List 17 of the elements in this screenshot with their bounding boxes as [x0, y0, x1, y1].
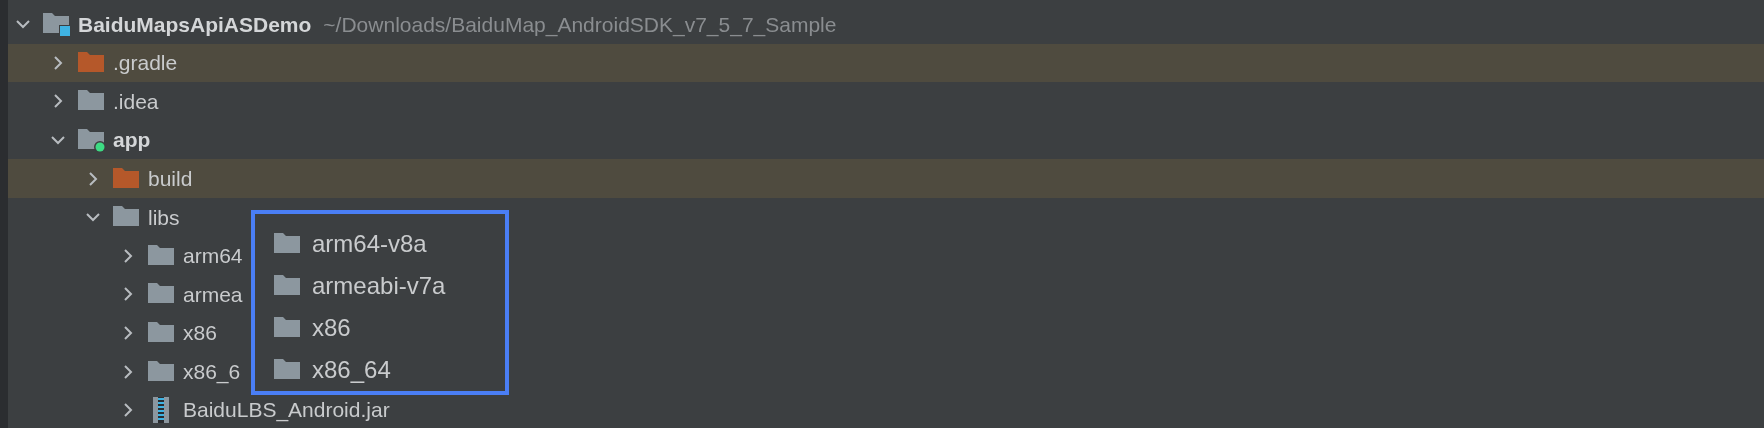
tree-item-label[interactable]: arm64: [183, 240, 243, 272]
folder-label: x86_64: [312, 355, 391, 385]
tree-item-label[interactable]: build: [148, 162, 193, 195]
tree-item-label[interactable]: armea: [183, 278, 243, 311]
tree-item-label[interactable]: .gradle: [113, 47, 178, 79]
tree-item-label[interactable]: .idea: [113, 85, 159, 118]
tree-item-label[interactable]: app: [113, 124, 151, 156]
tree-item-label[interactable]: libs: [148, 201, 180, 233]
folder-label: arm64-v8a: [312, 229, 427, 259]
tree-item-label[interactable]: x86_6: [183, 355, 241, 388]
tree-item-label[interactable]: BaiduMapsApiASDemo: [78, 8, 312, 41]
folder-label: armeabi-v7a: [312, 271, 446, 301]
project-path: ~/Downloads/BaiduMap_AndroidSDK_v7_5_7_Sample: [323, 11, 837, 39]
module-folder-icon: [42, 10, 71, 39]
folder-label: x86: [312, 313, 351, 343]
tree-item-label[interactable]: x86: [183, 317, 217, 349]
tree-item-label[interactable]: BaiduLBS_Android.jar: [183, 394, 390, 426]
